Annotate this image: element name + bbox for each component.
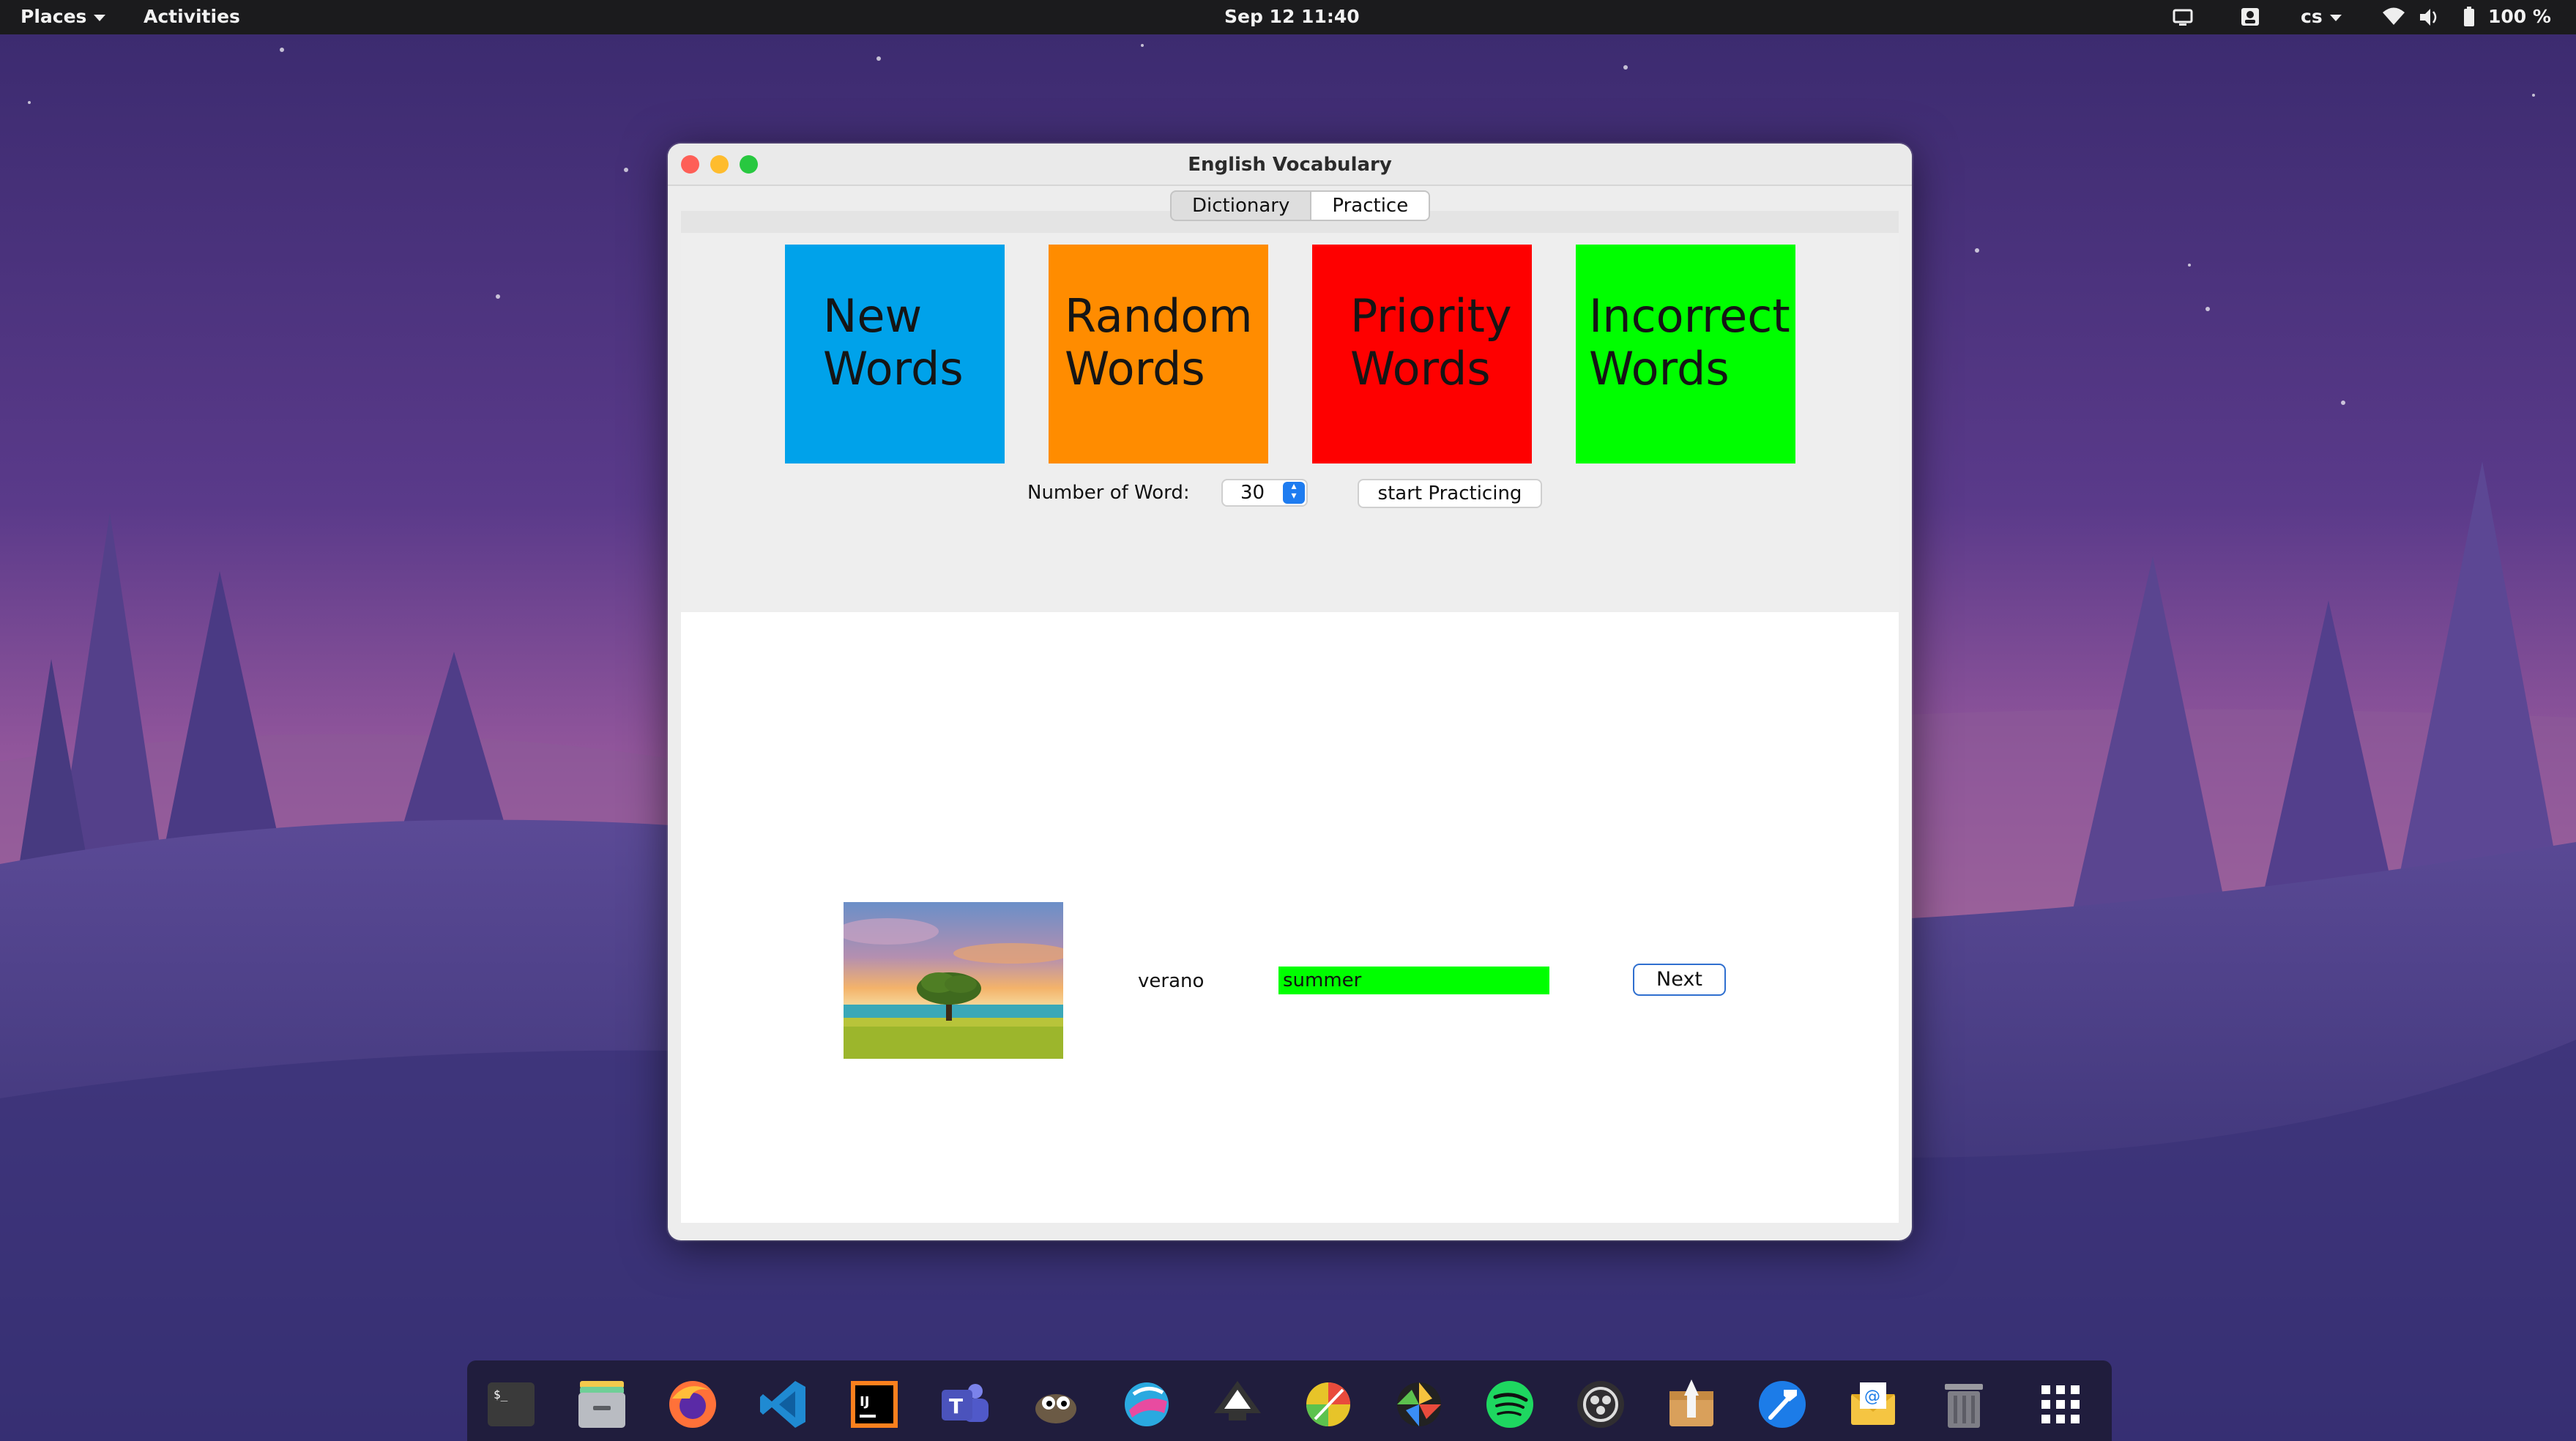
word-image [844, 902, 1063, 1059]
teams-icon[interactable]: T [937, 1377, 993, 1432]
tile-label-line1: New [823, 289, 923, 343]
inkscape-icon[interactable] [1210, 1377, 1265, 1432]
start-practicing-button[interactable]: start Practicing [1358, 479, 1542, 508]
obs-icon[interactable] [1573, 1377, 1628, 1432]
tile-label-line2: Words [1589, 342, 1730, 395]
terminal-icon[interactable]: $_ [483, 1377, 539, 1432]
places-menu[interactable]: Places [21, 0, 106, 34]
app-grid-icon[interactable] [2033, 1377, 2088, 1432]
svg-text:@: @ [1864, 1388, 1880, 1406]
priority-words-button[interactable]: Priority Words [1312, 245, 1532, 463]
tile-label-line2: Words [1065, 342, 1205, 395]
number-of-words-spinner[interactable]: 30 ▴ ▾ [1221, 479, 1308, 507]
random-words-button[interactable]: Random Words [1049, 245, 1268, 463]
mail-icon[interactable]: @ [1845, 1377, 1901, 1432]
tile-label-line1: Incorrect [1589, 289, 1790, 343]
title-bar[interactable]: English Vocabulary [668, 144, 1912, 186]
wifi-icon[interactable] [2381, 0, 2406, 34]
files-icon[interactable] [574, 1377, 630, 1432]
language-label: cs [2301, 6, 2323, 27]
activities-button[interactable]: Activities [144, 0, 240, 34]
incorrect-words-button[interactable]: Incorrect Words [1576, 245, 1795, 463]
user-icon[interactable] [2239, 0, 2261, 34]
color-picker-icon[interactable] [1300, 1377, 1356, 1432]
places-label: Places [21, 6, 87, 27]
chevron-down-icon [2329, 14, 2342, 21]
tab-dictionary[interactable]: Dictionary [1172, 192, 1310, 220]
window-title: English Vocabulary [1188, 154, 1392, 176]
vscode-icon[interactable] [756, 1377, 811, 1432]
app-window: English Vocabulary Dictionary Practice N… [668, 144, 1912, 1240]
language-menu[interactable]: cs [2301, 0, 2342, 34]
volume-icon[interactable] [2418, 0, 2440, 34]
battery-icon[interactable] [2462, 0, 2476, 34]
new-words-button[interactable]: New Words [785, 245, 1005, 463]
firefox-icon[interactable] [665, 1377, 721, 1432]
tile-label-line2: Words [823, 342, 964, 395]
spotify-icon[interactable] [1482, 1377, 1538, 1432]
trash-icon[interactable] [1936, 1377, 1992, 1432]
top-bar: Places Activities Sep 12 11:40 cs 100 % [0, 0, 2576, 34]
dock: $_ IJ T @ [467, 1360, 2112, 1441]
archive-manager-icon[interactable] [1664, 1377, 1719, 1432]
svg-text:IJ: IJ [860, 1394, 869, 1410]
svg-text:T: T [949, 1394, 963, 1418]
tile-label-line1: Priority [1350, 289, 1512, 343]
number-of-words-label: Number of Word: [1027, 482, 1190, 504]
tab-bar: Dictionary Practice [1170, 190, 1431, 221]
tile-label-line1: Random [1065, 289, 1253, 343]
foreign-word: verano [1138, 970, 1205, 992]
answer-field[interactable]: summer [1278, 967, 1549, 994]
xcode-build-icon[interactable] [1754, 1377, 1810, 1432]
krita-icon[interactable] [1119, 1377, 1175, 1432]
tile-label-line2: Words [1350, 342, 1491, 395]
aperture-icon[interactable] [1391, 1377, 1447, 1432]
battery-percent[interactable]: 100 % [2488, 0, 2551, 34]
gimp-icon[interactable] [1028, 1377, 1084, 1432]
tab-practice[interactable]: Practice [1310, 192, 1429, 220]
intellij-icon[interactable]: IJ [846, 1377, 902, 1432]
display-icon[interactable] [2172, 0, 2194, 34]
clock[interactable]: Sep 12 11:40 [1224, 0, 1360, 34]
next-button[interactable]: Next [1633, 964, 1726, 996]
stepper-arrows-icon[interactable]: ▴ ▾ [1283, 481, 1305, 504]
spinner-value: 30 [1240, 482, 1265, 504]
svg-text:$_: $_ [494, 1388, 508, 1401]
chevron-down-icon [94, 14, 106, 21]
